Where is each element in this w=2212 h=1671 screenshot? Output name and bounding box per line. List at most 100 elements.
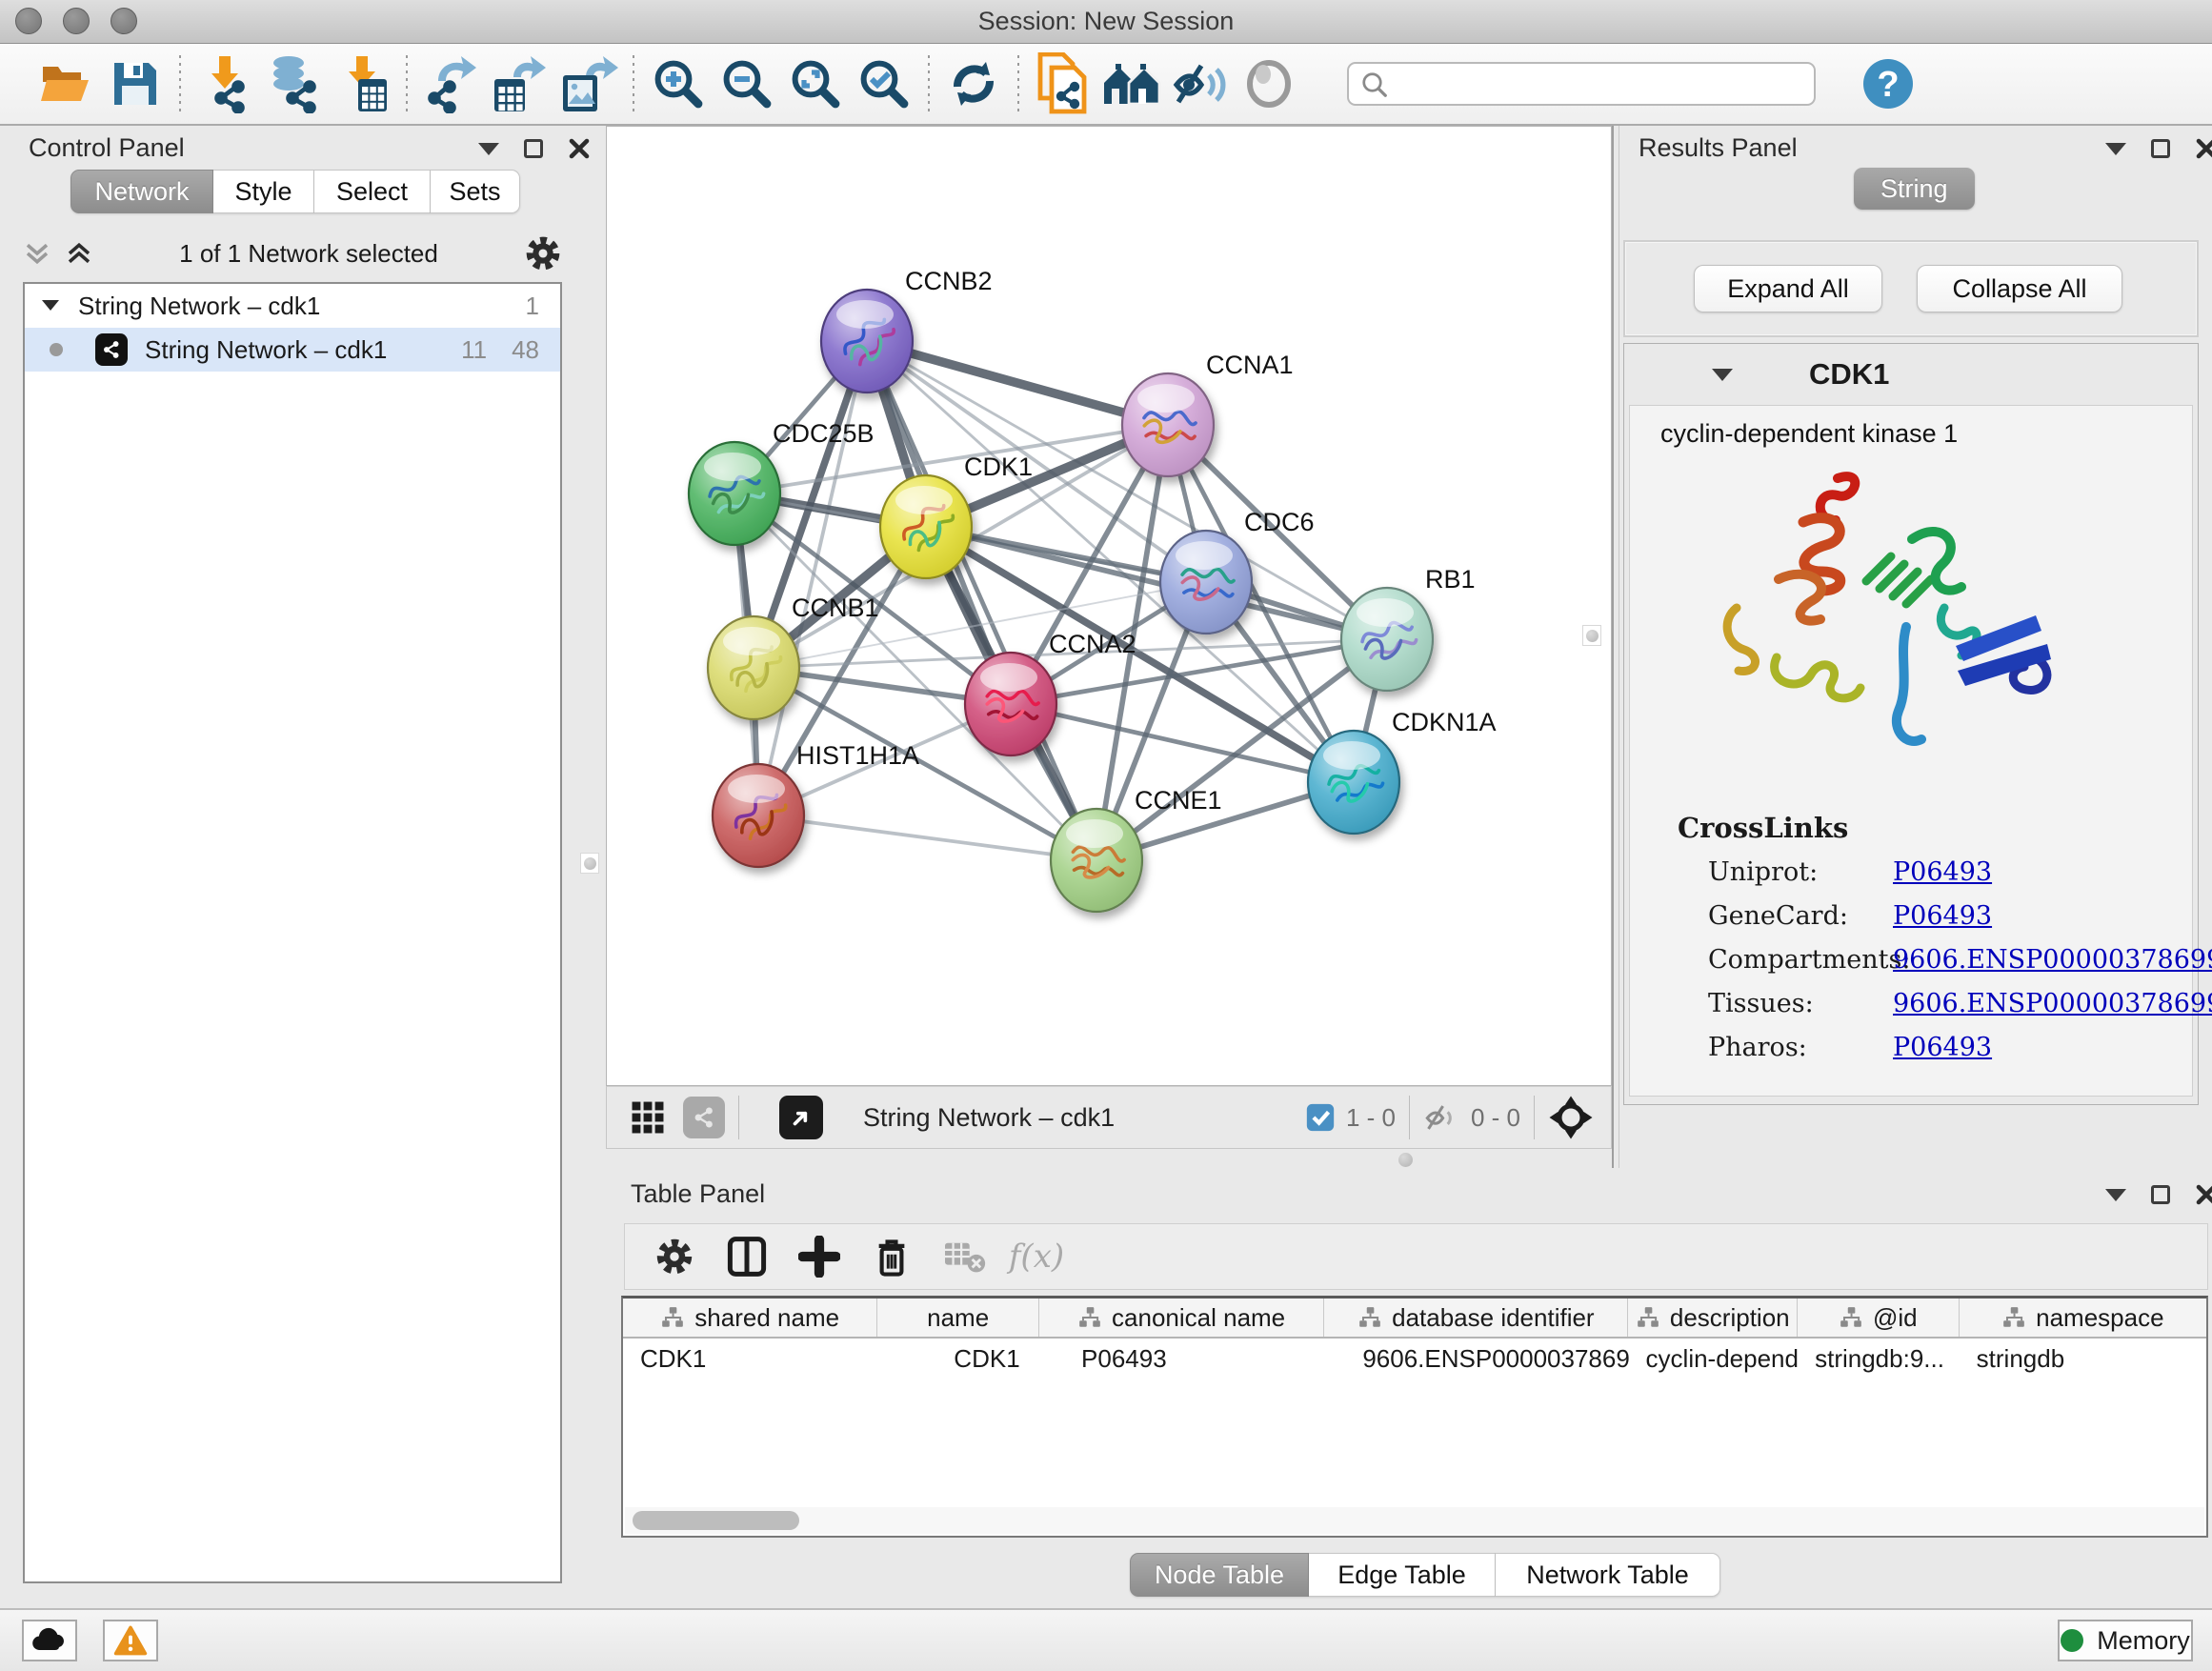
network-node-HIST1H1A[interactable]: HIST1H1A xyxy=(713,741,919,867)
panel-menu-icon[interactable] xyxy=(2105,1189,2126,1201)
maximize-window-button[interactable] xyxy=(111,8,137,34)
crosslink-link[interactable]: P06493 xyxy=(1893,901,1992,931)
network-edge[interactable] xyxy=(758,815,1096,860)
bottom-splitter-handle[interactable] xyxy=(1398,1153,1413,1167)
network-collection-row[interactable]: String Network – cdk1 1 xyxy=(25,284,560,328)
column-header[interactable]: @id xyxy=(1798,1299,1960,1337)
gear-icon[interactable] xyxy=(524,234,562,272)
table-horizontal-scrollbar[interactable] xyxy=(625,1507,2204,1534)
table-cell[interactable]: stringdb:9... xyxy=(1798,1339,1960,1379)
network-canvas[interactable]: CCNB2CCNA1CDC25BCDK1CDC6RB1CCNB1CCNA2CDK… xyxy=(606,126,1612,1086)
table-tabs: Node Table Edge Table Network Table xyxy=(1130,1553,1720,1597)
panel-menu-icon[interactable] xyxy=(478,143,499,155)
show-home-panels-icon[interactable] xyxy=(1097,52,1166,115)
memory-button[interactable]: Memory xyxy=(2058,1620,2193,1661)
export-image-icon[interactable] xyxy=(554,52,623,115)
hide-graphics-details-icon[interactable] xyxy=(1166,52,1235,115)
network-node-CDKN1A[interactable]: CDKN1A xyxy=(1308,708,1497,834)
table-settings-gear-icon[interactable] xyxy=(638,1226,711,1287)
birds-eye-view-icon[interactable] xyxy=(779,1096,823,1139)
collapse-section-icon[interactable] xyxy=(1712,369,1733,381)
float-panel-icon[interactable] xyxy=(2151,139,2170,158)
crosslink-link[interactable]: 9606.ENSP00000378699 xyxy=(1893,945,2212,975)
import-network-icon[interactable] xyxy=(191,52,259,115)
table-cell[interactable]: cyclin-dependent ... xyxy=(1629,1339,1799,1379)
tab-edge-table[interactable]: Edge Table xyxy=(1309,1553,1496,1597)
crosslink-link[interactable]: P06493 xyxy=(1893,857,1992,887)
network-node-CCNA1[interactable]: CCNA1 xyxy=(1122,351,1294,476)
scrollbar-thumb[interactable] xyxy=(633,1511,799,1530)
float-panel-icon[interactable] xyxy=(2151,1185,2170,1204)
column-header[interactable]: shared name xyxy=(623,1299,877,1337)
import-network-database-icon[interactable] xyxy=(259,52,328,115)
open-file-icon[interactable] xyxy=(32,52,101,115)
column-header[interactable]: description xyxy=(1628,1299,1798,1337)
crosslink-link[interactable]: P06493 xyxy=(1893,1033,1992,1062)
panel-menu-icon[interactable] xyxy=(2105,143,2126,155)
close-panel-icon[interactable] xyxy=(568,137,591,160)
collapse-all-button[interactable]: Collapse All xyxy=(1917,265,2122,312)
crosslink-link[interactable]: 9606.ENSP00000378699 xyxy=(1893,989,2212,1018)
hidden-elements-icon[interactable] xyxy=(1423,1101,1461,1134)
search-input[interactable] xyxy=(1347,62,1816,106)
network-edge[interactable] xyxy=(867,341,1096,860)
export-table-icon[interactable] xyxy=(486,52,554,115)
string-protein-query-icon[interactable] xyxy=(1029,52,1097,115)
table-row[interactable]: CDK1 CDK1 P06493 9606.ENSP00000378699 cy… xyxy=(623,1339,2206,1379)
show-graphics-details-icon[interactable] xyxy=(1235,52,1303,115)
network-row[interactable]: String Network – cdk1 11 48 xyxy=(25,328,560,372)
add-column-icon[interactable] xyxy=(783,1226,855,1287)
table-cell[interactable]: stringdb xyxy=(1960,1339,2206,1379)
column-header[interactable]: database identifier xyxy=(1324,1299,1628,1337)
save-session-icon[interactable] xyxy=(101,52,170,115)
tab-node-table[interactable]: Node Table xyxy=(1130,1553,1309,1597)
import-table-icon[interactable] xyxy=(328,52,396,115)
close-panel-icon[interactable] xyxy=(2195,1183,2212,1206)
grid-view-icon[interactable] xyxy=(630,1099,666,1136)
node-position-icon[interactable] xyxy=(1548,1095,1594,1140)
delete-column-icon[interactable] xyxy=(855,1226,928,1287)
minimize-window-button[interactable] xyxy=(63,8,90,34)
table-cell[interactable]: CDK1 xyxy=(623,1339,877,1379)
left-splitter-handle[interactable] xyxy=(580,853,599,874)
table-cell[interactable]: 9606.ENSP00000378699 xyxy=(1324,1339,1628,1379)
gene-section-header[interactable]: CDK1 xyxy=(1624,344,2198,405)
tab-string[interactable]: String xyxy=(1854,168,1975,210)
tab-network-table[interactable]: Network Table xyxy=(1496,1553,1720,1597)
right-splitter-handle[interactable] xyxy=(1582,625,1601,646)
close-window-button[interactable] xyxy=(15,8,42,34)
cloud-button[interactable] xyxy=(22,1620,77,1661)
export-network-icon[interactable] xyxy=(417,52,486,115)
refresh-network-icon[interactable] xyxy=(939,52,1008,115)
expand-all-icon[interactable] xyxy=(65,240,93,267)
collection-expand-icon[interactable] xyxy=(40,296,61,315)
network-node-CCNE1[interactable]: CCNE1 xyxy=(1051,786,1222,912)
select-columns-icon[interactable] xyxy=(711,1226,783,1287)
network-view-icon[interactable] xyxy=(683,1097,725,1138)
table-cell[interactable]: P06493 xyxy=(1039,1339,1324,1379)
warning-button[interactable] xyxy=(103,1620,158,1661)
zoom-out-icon[interactable] xyxy=(713,52,781,115)
tab-style[interactable]: Style xyxy=(213,170,314,213)
network-node-CDC25B[interactable]: CDC25B xyxy=(689,419,875,545)
tab-sets[interactable]: Sets xyxy=(431,170,520,213)
zoom-fit-icon[interactable] xyxy=(781,52,850,115)
float-panel-icon[interactable] xyxy=(524,139,543,158)
zoom-selected-icon[interactable] xyxy=(850,52,918,115)
memory-status-icon xyxy=(2061,1629,2083,1652)
column-header[interactable]: namespace xyxy=(1960,1299,2206,1337)
network-node-CCNB2[interactable]: CCNB2 xyxy=(821,267,993,393)
tab-select[interactable]: Select xyxy=(314,170,431,213)
zoom-in-icon[interactable] xyxy=(644,52,713,115)
network-node-CDK1[interactable]: CDK1 xyxy=(880,453,1033,578)
expand-all-button[interactable]: Expand All xyxy=(1694,265,1882,312)
network-node-RB1[interactable]: RB1 xyxy=(1341,565,1476,691)
close-panel-icon[interactable] xyxy=(2195,137,2212,160)
selected-nodes-checkbox-icon[interactable] xyxy=(1304,1101,1337,1134)
help-icon[interactable]: ? xyxy=(1854,52,1922,115)
tab-network[interactable]: Network xyxy=(70,170,213,213)
column-header[interactable]: name xyxy=(877,1299,1039,1337)
column-header[interactable]: canonical name xyxy=(1039,1299,1324,1337)
table-cell[interactable]: CDK1 xyxy=(877,1339,1039,1379)
collapse-all-icon[interactable] xyxy=(23,240,51,267)
